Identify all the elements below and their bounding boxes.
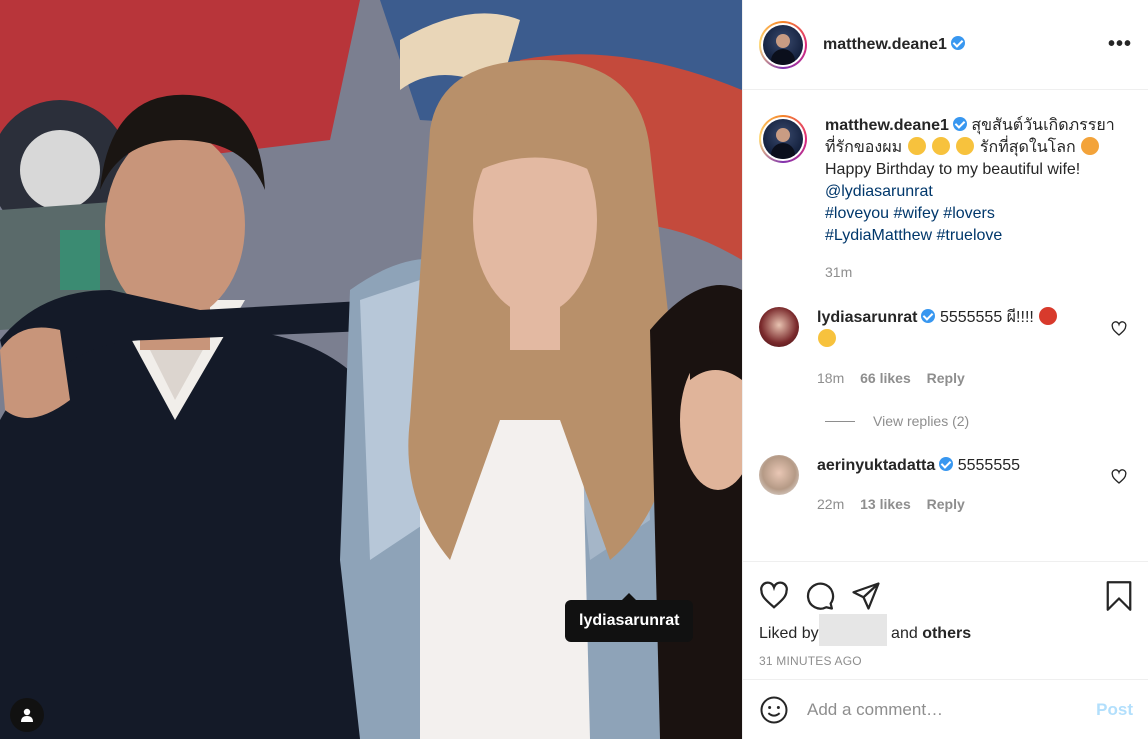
comment-meta: 18m 66 likes Reply bbox=[817, 367, 1087, 389]
action-icons bbox=[759, 562, 1133, 626]
post-actions: Liked by and others 31 MINUTES AGO bbox=[743, 561, 1148, 679]
verified-badge-icon bbox=[921, 309, 936, 323]
post-photo[interactable]: lydiasarunrat bbox=[0, 0, 742, 739]
post-header: matthew.deane1 ••• bbox=[743, 0, 1148, 90]
more-options-icon[interactable]: ••• bbox=[1108, 33, 1132, 56]
caption-username[interactable]: matthew.deane1 bbox=[825, 117, 949, 134]
comment-text: 5555555 ผี!!!! bbox=[939, 309, 1034, 326]
user-tag-tooltip[interactable]: lydiasarunrat bbox=[565, 593, 694, 642]
liked-by-label: Liked by bbox=[759, 625, 819, 643]
heart-eyes-cat-emoji-icon bbox=[1081, 137, 1100, 155]
caption-hashtags-2[interactable]: #LydiaMatthew #truelove bbox=[825, 227, 1002, 244]
comment-time[interactable]: 18m bbox=[817, 370, 844, 386]
instagram-post-view: lydiasarunrat matthew.deane1 ••• matthew… bbox=[0, 0, 1148, 739]
grinning-emoji-icon bbox=[956, 137, 975, 155]
author-avatar[interactable] bbox=[759, 20, 807, 69]
post-comment-button[interactable]: Post bbox=[1096, 700, 1133, 720]
likes-and-label: and bbox=[891, 625, 918, 643]
kissing-emoji-icon bbox=[907, 137, 926, 155]
emoji-smiley-icon[interactable] bbox=[759, 695, 789, 725]
post-side-panel: matthew.deane1 ••• matthew.deane1 สุขสัน… bbox=[742, 0, 1148, 739]
comment-time[interactable]: 22m bbox=[817, 496, 844, 512]
caption-time[interactable]: 31m bbox=[825, 261, 1115, 283]
comment-item: aerinyuktadatta 5555555 22m 13 likes Rep… bbox=[743, 455, 1148, 515]
comment-meta: 22m 13 likes Reply bbox=[817, 493, 1087, 515]
comment-bubble-icon[interactable] bbox=[805, 581, 835, 611]
comment-like-heart-icon[interactable] bbox=[1111, 321, 1127, 337]
verified-badge-icon bbox=[952, 117, 967, 131]
cursing-face-emoji-icon bbox=[1039, 307, 1058, 325]
caption-english-text: Happy Birthday to my beautiful wife! bbox=[825, 161, 1081, 178]
caption-thai-text-2: รักที่สุดในโลก bbox=[979, 139, 1076, 156]
share-paper-plane-icon[interactable] bbox=[851, 581, 881, 611]
like-heart-icon[interactable] bbox=[759, 581, 789, 611]
caption-hashtags-1[interactable]: #loveyou #wifey #lovers bbox=[825, 205, 995, 222]
verified-badge-icon bbox=[950, 35, 965, 50]
reply-button[interactable]: Reply bbox=[927, 370, 965, 386]
comment-text: 5555555 bbox=[957, 457, 1021, 474]
author-username[interactable]: matthew.deane1 bbox=[823, 35, 965, 54]
reply-button[interactable]: Reply bbox=[927, 496, 965, 512]
add-comment-bar: Add a comment… Post bbox=[743, 679, 1148, 739]
save-bookmark-icon[interactable] bbox=[1105, 581, 1133, 611]
comment-likes[interactable]: 13 likes bbox=[860, 496, 911, 512]
caption-mention-link[interactable]: @lydiasarunrat bbox=[825, 183, 933, 200]
view-replies-button[interactable]: View replies (2) bbox=[825, 413, 1148, 429]
commenter-username[interactable]: lydiasarunrat bbox=[817, 309, 917, 326]
commenter-avatar[interactable] bbox=[759, 307, 799, 347]
commenter-username[interactable]: aerinyuktadatta bbox=[817, 457, 935, 474]
user-tags-icon[interactable] bbox=[10, 698, 44, 732]
comment-likes[interactable]: 66 likes bbox=[860, 370, 911, 386]
caption-avatar[interactable] bbox=[759, 115, 807, 163]
commenter-avatar[interactable] bbox=[759, 455, 799, 495]
posted-time[interactable]: 31 MINUTES AGO bbox=[759, 654, 1133, 668]
likes-summary: Liked by and others bbox=[759, 614, 1133, 646]
comment-input[interactable]: Add a comment… bbox=[807, 700, 943, 720]
tears-of-joy-emoji-icon bbox=[818, 329, 836, 347]
comment-like-heart-icon[interactable] bbox=[1111, 469, 1127, 485]
likes-others-link[interactable]: others bbox=[922, 625, 971, 642]
hugging-emoji-icon bbox=[932, 137, 951, 155]
comment-item: lydiasarunrat 5555555 ผี!!!! 18m 66 like… bbox=[743, 307, 1148, 389]
post-caption: matthew.deane1 สุขสันต์วันเกิดภรรยาที่รั… bbox=[743, 91, 1148, 283]
comments-list[interactable]: matthew.deane1 สุขสันต์วันเกิดภรรยาที่รั… bbox=[743, 91, 1148, 561]
redacted-username[interactable] bbox=[818, 614, 887, 646]
verified-badge-icon bbox=[939, 457, 954, 471]
